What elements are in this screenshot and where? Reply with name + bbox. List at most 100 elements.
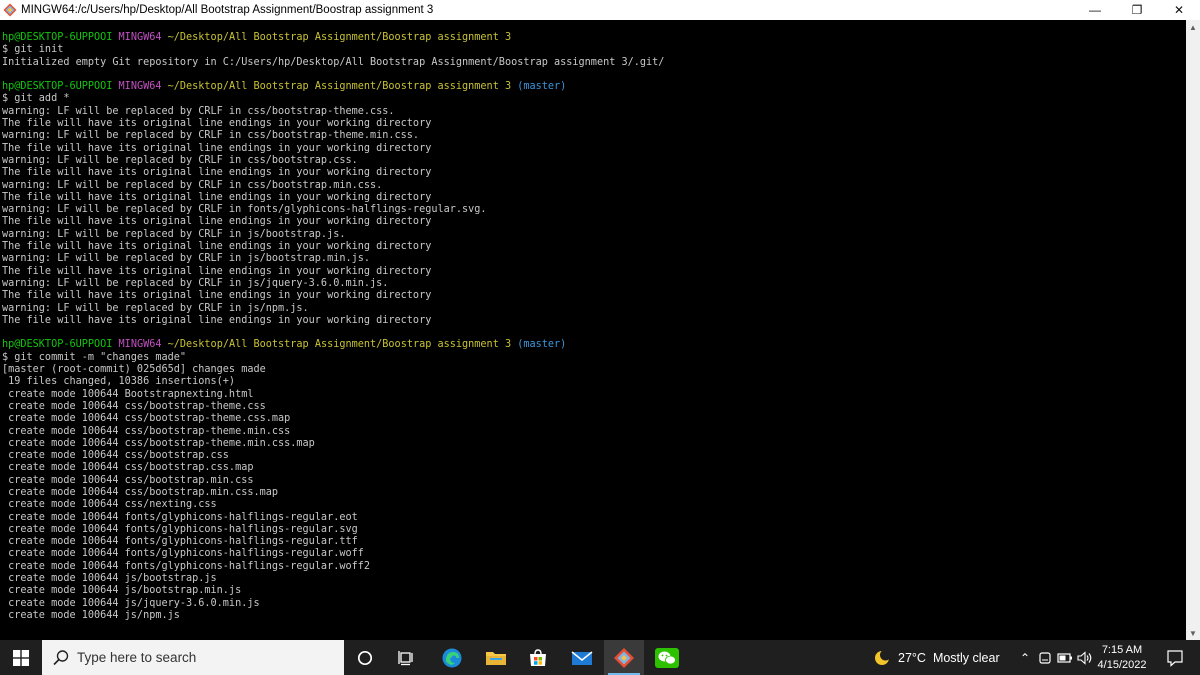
- search-icon: [53, 649, 69, 665]
- terminal-output[interactable]: hp@DESKTOP-6UPPOOI MINGW64 ~/Desktop/All…: [0, 20, 1186, 640]
- vertical-scrollbar[interactable]: ▲ ▼: [1186, 20, 1200, 640]
- cortana-icon: [357, 650, 373, 665]
- onedrive-icon: [1039, 651, 1051, 664]
- terminal-text: create mode 100644 css/bootstrap.min.css…: [2, 486, 279, 498]
- terminal-line: create mode 100644 fonts/glyphicons-half…: [2, 524, 664, 536]
- battery-button[interactable]: [1055, 640, 1075, 675]
- terminal-line: create mode 100644 Bootstrapnexting.html: [2, 389, 664, 401]
- terminal-text: create mode 100644 Bootstrapnexting.html: [2, 388, 254, 400]
- terminal-text: create mode 100644 js/bootstrap.min.js: [2, 585, 242, 597]
- terminal-line: The file will have its original line end…: [2, 167, 664, 179]
- terminal-line: The file will have its original line end…: [2, 192, 664, 204]
- minimize-button[interactable]: —: [1074, 0, 1116, 20]
- terminal-line: The file will have its original line end…: [2, 290, 664, 302]
- onedrive-button[interactable]: [1035, 640, 1055, 675]
- start-button[interactable]: [0, 640, 42, 675]
- terminal-line: create mode 100644 js/bootstrap.js: [2, 573, 664, 585]
- terminal-text: warning: LF will be replaced by CRLF in …: [2, 105, 395, 117]
- terminal-text: create mode 100644 css/bootstrap.min.css: [2, 474, 254, 486]
- terminal-line: hp@DESKTOP-6UPPOOI MINGW64 ~/Desktop/All…: [2, 32, 664, 44]
- taskbar-search[interactable]: Type here to search: [42, 640, 344, 675]
- scroll-up-icon[interactable]: ▲: [1186, 20, 1200, 34]
- terminal-line: create mode 100644 css/bootstrap-theme.c…: [2, 413, 664, 425]
- mail-button[interactable]: [562, 640, 602, 675]
- clock-date: 4/15/2022: [1097, 659, 1147, 671]
- file-explorer-button[interactable]: [476, 640, 516, 675]
- terminal-text: create mode 100644 js/jquery-3.6.0.min.j…: [2, 597, 260, 609]
- terminal-text: create mode 100644 js/bootstrap.js: [2, 573, 217, 585]
- terminal-text: $ git init: [2, 44, 64, 56]
- terminal-text: The file will have its original line end…: [2, 216, 432, 228]
- terminal-text: create mode 100644 fonts/glyphicons-half…: [2, 536, 358, 548]
- terminal-text: warning: LF will be replaced by CRLF in …: [2, 179, 383, 191]
- edge-button[interactable]: [432, 640, 472, 675]
- terminal-text: warning: LF will be replaced by CRLF in …: [2, 253, 371, 265]
- clock-time: 7:15 AM: [1101, 644, 1143, 656]
- window-title-bar[interactable]: MINGW64:/c/Users/hp/Desktop/All Bootstra…: [0, 0, 1200, 20]
- terminal-text: hp@DESKTOP-6UPPOOI: [2, 81, 119, 93]
- terminal-text: create mode 100644 css/bootstrap-theme.c…: [2, 413, 291, 425]
- terminal-text: create mode 100644 css/bootstrap-theme.c…: [2, 400, 266, 412]
- scroll-down-icon[interactable]: ▼: [1186, 626, 1200, 640]
- restore-icon: ❐: [1131, 3, 1143, 17]
- terminal-text: warning: LF will be replaced by CRLF in …: [2, 154, 358, 166]
- weather-widget[interactable]: 27°C Mostly clear: [874, 640, 1000, 675]
- terminal-text: The file will have its original line end…: [2, 191, 432, 203]
- restore-button[interactable]: ❐: [1116, 0, 1158, 20]
- task-view-icon: [398, 650, 413, 665]
- terminal-text: MINGW64: [118, 32, 168, 43]
- git-bash-taskbar-button[interactable]: [604, 640, 644, 675]
- close-button[interactable]: ✕: [1158, 0, 1200, 20]
- chevron-up-icon: ⌃: [1019, 650, 1031, 665]
- terminal-text: create mode 100644 fonts/glyphicons-half…: [2, 548, 364, 560]
- terminal-text: $ git commit -m "changes made": [2, 351, 187, 363]
- terminal-line: warning: LF will be replaced by CRLF in …: [2, 253, 664, 265]
- notification-center-button[interactable]: [1158, 640, 1192, 675]
- terminal-text: (master): [517, 339, 567, 351]
- terminal-line: 19 files changed, 10386 insertions(+): [2, 376, 664, 388]
- terminal-text: The file will have its original line end…: [2, 241, 432, 253]
- terminal-text: hp@DESKTOP-6UPPOOI: [2, 32, 119, 43]
- terminal-line: warning: LF will be replaced by CRLF in …: [2, 106, 664, 118]
- terminal-text: create mode 100644 css/bootstrap-theme.m…: [2, 437, 315, 449]
- terminal-line: create mode 100644 css/bootstrap.css: [2, 450, 664, 462]
- terminal-line: warning: LF will be replaced by CRLF in …: [2, 155, 664, 167]
- wechat-button[interactable]: [647, 640, 687, 675]
- terminal-line: hp@DESKTOP-6UPPOOI MINGW64 ~/Desktop/All…: [2, 339, 664, 351]
- terminal-text: create mode 100644 fonts/glyphicons-half…: [2, 523, 358, 535]
- terminal-text: The file will have its original line end…: [2, 142, 432, 154]
- terminal-text: create mode 100644 css/bootstrap.css: [2, 450, 229, 462]
- terminal-text: The file will have its original line end…: [2, 314, 432, 326]
- clock[interactable]: 7:15 AM 4/15/2022: [1092, 643, 1152, 673]
- terminal-line: The file will have its original line end…: [2, 266, 664, 278]
- battery-icon: [1057, 652, 1072, 663]
- terminal-line: $ git add *: [2, 93, 664, 105]
- terminal-line: create mode 100644 fonts/glyphicons-half…: [2, 561, 664, 573]
- edge-icon: [442, 648, 462, 667]
- show-hidden-icons-button[interactable]: ⌃: [1016, 640, 1034, 675]
- weather-condition: Mostly clear: [932, 650, 1000, 665]
- terminal-text: 19 files changed, 10386 insertions(+): [2, 376, 236, 388]
- terminal-text: [master (root-commit) 025d65d] changes m…: [2, 364, 266, 376]
- terminal-line: create mode 100644 js/jquery-3.6.0.min.j…: [2, 598, 664, 610]
- terminal-line: create mode 100644 css/bootstrap-theme.m…: [2, 438, 664, 450]
- cortana-button[interactable]: [345, 640, 385, 675]
- terminal-line: create mode 100644 js/bootstrap.min.js: [2, 585, 664, 597]
- terminal-line: warning: LF will be replaced by CRLF in …: [2, 180, 664, 192]
- terminal-text: The file will have its original line end…: [2, 290, 432, 302]
- mail-icon: [571, 650, 593, 665]
- task-view-button[interactable]: [387, 640, 427, 675]
- store-icon: [530, 648, 546, 666]
- terminal-text: (master): [517, 81, 567, 93]
- terminal-text: The file will have its original line end…: [2, 118, 432, 130]
- search-placeholder: Type here to search: [77, 650, 197, 665]
- terminal-text: MINGW64: [118, 81, 168, 93]
- terminal-text: create mode 100644 fonts/glyphicons-half…: [2, 560, 371, 572]
- terminal-line: [master (root-commit) 025d65d] changes m…: [2, 364, 664, 376]
- terminal-line: create mode 100644 css/bootstrap-theme.c…: [2, 401, 664, 413]
- store-button[interactable]: [518, 640, 558, 675]
- terminal-line: The file will have its original line end…: [2, 315, 664, 327]
- terminal-text: create mode 100644 css/nexting.css: [2, 499, 217, 511]
- taskbar: Type here to search 27°C Mostly clear ⌃ …: [0, 640, 1200, 675]
- git-bash-icon: [614, 647, 634, 668]
